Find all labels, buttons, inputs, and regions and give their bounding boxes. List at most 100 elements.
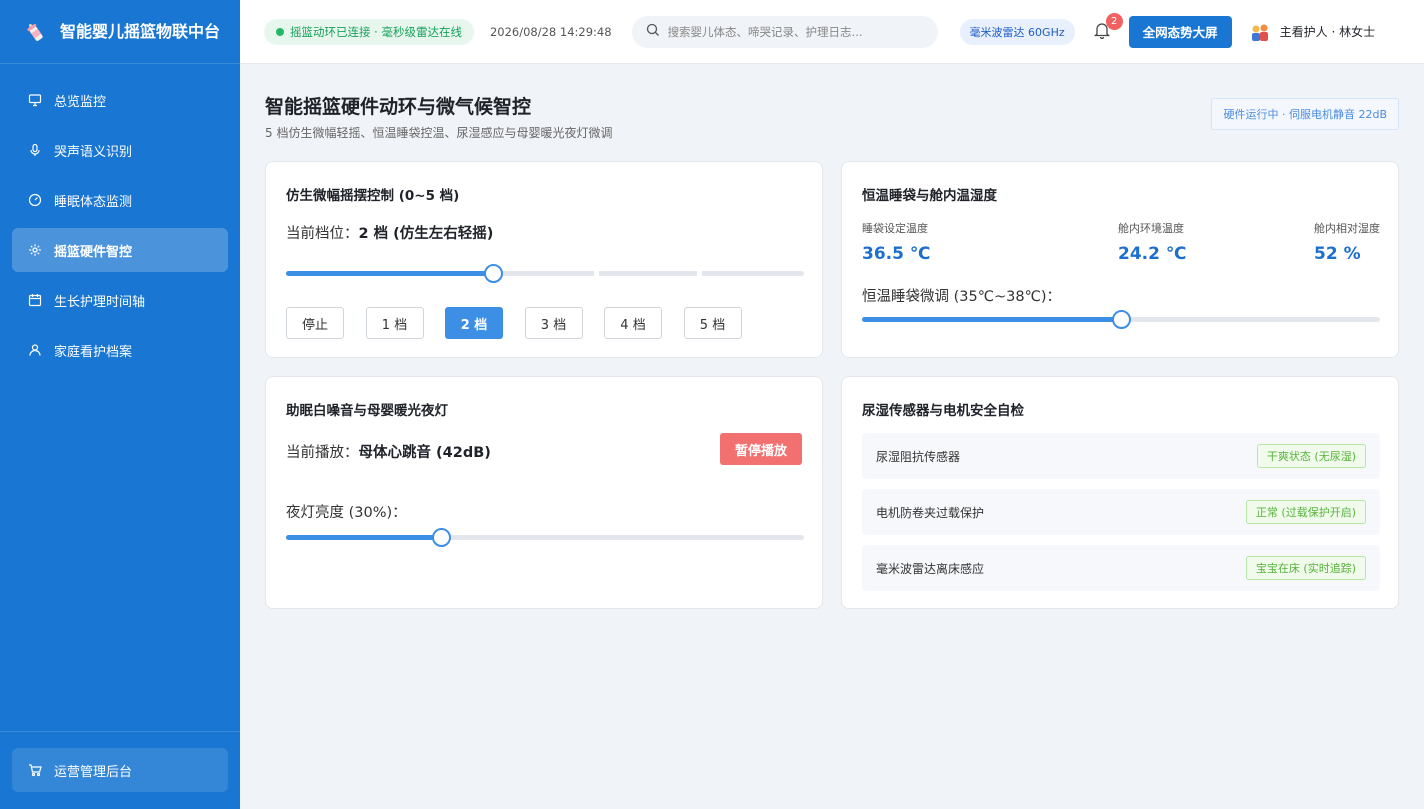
sidebar-item-label: 生长护理时间轴 bbox=[54, 294, 146, 310]
brand: 智能婴儿摇篮物联中台 bbox=[0, 0, 240, 64]
sidebar: 智能婴儿摇篮物联中台 总览监控 哭声语义识别 睡眠体态监测 摇篮硬件智控 生长护… bbox=[0, 0, 240, 809]
status-prefix: 当前档位： bbox=[286, 226, 359, 242]
gear-button-3[interactable]: 3 档 bbox=[524, 307, 583, 339]
sidebar-item-label: 哭声语义识别 bbox=[54, 144, 133, 160]
card-title: 助眠白噪音与母婴暖光夜灯 bbox=[286, 403, 448, 419]
metric-value: 52 % bbox=[1314, 244, 1361, 264]
notification-count: 2 bbox=[1105, 12, 1123, 30]
now-playing-value: 母体心跳音 (42dB) bbox=[358, 445, 491, 461]
metric-label: 舱内相对湿度 bbox=[1314, 222, 1380, 235]
check-label: 毫米波雷达离床感应 bbox=[876, 561, 985, 576]
sidebar-nav: 总览监控 哭声语义识别 睡眠体态监测 摇篮硬件智控 生长护理时间轴 家庭看护档案 bbox=[0, 64, 240, 372]
top-header: 摇篮动环已连接 · 毫秒级雷达在线 2026/08/28 14:29:48 毫米… bbox=[240, 0, 1424, 64]
slider-fill bbox=[862, 317, 1121, 322]
check-row-motor: 电机防卷夹过载保护 正常 (过载保护开启) bbox=[862, 489, 1380, 535]
sound-light-card: 助眠白噪音与母婴暖光夜灯 当前播放：母体心跳音 (42dB) 暂停播放 夜灯亮度… bbox=[265, 376, 823, 609]
metric-label: 舱内环境温度 bbox=[1118, 222, 1184, 235]
temp-adjust-slider[interactable] bbox=[862, 310, 1380, 329]
radar-badge: 毫米波雷达 60GHz bbox=[959, 18, 1075, 45]
avatar bbox=[1250, 22, 1270, 42]
gear-icon bbox=[28, 243, 42, 257]
main-content: 智能摇篮硬件动环与微气候智控 5 档仿生微幅轻摇、恒温睡袋控温、尿湿感应与母婴暖… bbox=[240, 64, 1424, 809]
card-title: 尿湿传感器与电机安全自检 bbox=[862, 403, 1024, 419]
card-title: 恒温睡袋与舱内温湿度 bbox=[862, 188, 997, 204]
night-light-slider[interactable] bbox=[286, 528, 804, 547]
gear-button-1[interactable]: 1 档 bbox=[365, 307, 424, 339]
sidebar-item-label: 家庭看护档案 bbox=[54, 344, 133, 360]
notification-button[interactable]: 2 bbox=[1091, 12, 1123, 43]
slider-segment-gap bbox=[594, 271, 599, 276]
page-subtitle: 5 档仿生微幅轻摇、恒温睡袋控温、尿湿感应与母婴暖光夜灯微调 bbox=[265, 126, 613, 140]
check-label: 电机防卷夹过载保护 bbox=[876, 505, 985, 520]
slider-thumb[interactable] bbox=[432, 528, 451, 547]
check-label: 尿湿阻抗传感器 bbox=[876, 449, 961, 464]
slider-fill bbox=[286, 271, 493, 276]
metric-sleeping-bag-temp: 睡袋设定温度 36.5 ℃ bbox=[862, 220, 930, 264]
run-status-badge: 硬件运行中 · 伺服电机静音 22dB bbox=[1211, 98, 1399, 130]
slider-thumb[interactable] bbox=[484, 264, 503, 283]
metric-value: 36.5 ℃ bbox=[862, 244, 931, 264]
now-playing-prefix: 当前播放： bbox=[286, 445, 359, 461]
sidebar-item-family-archive[interactable]: 家庭看护档案 bbox=[12, 328, 228, 372]
gauge-icon bbox=[28, 193, 42, 207]
search-icon bbox=[646, 22, 660, 41]
connection-status-badge: 摇篮动环已连接 · 毫秒级雷达在线 bbox=[264, 18, 474, 45]
user-name: 主看护人 · 林女士 bbox=[1279, 25, 1376, 39]
brand-title: 智能婴儿摇篮物联中台 bbox=[60, 21, 221, 41]
night-light-label: 夜灯亮度 (30%)： bbox=[286, 505, 407, 521]
card-title: 仿生微幅摇摆控制 (0~5 档) bbox=[286, 188, 460, 204]
big-screen-button[interactable]: 全网态势大屏 bbox=[1128, 15, 1232, 48]
monitor-icon bbox=[28, 93, 42, 107]
sidebar-item-sleep-posture[interactable]: 睡眠体态监测 bbox=[12, 178, 228, 222]
metric-label: 睡袋设定温度 bbox=[862, 222, 928, 235]
sidebar-bottom: 运营管理后台 bbox=[0, 731, 240, 809]
gear-button-5[interactable]: 5 档 bbox=[683, 307, 742, 339]
status-badge: 宝宝在床 (实时追踪) bbox=[1245, 556, 1366, 580]
safety-check-card: 尿湿传感器与电机安全自检 尿湿阻抗传感器 干爽状态 (无尿湿) 电机防卷夹过载保… bbox=[841, 376, 1399, 609]
climate-card: 恒温睡袋与舱内温湿度 睡袋设定温度 36.5 ℃ 舱内环境温度 24.2 ℃ 舱… bbox=[841, 161, 1399, 358]
gear-button-2[interactable]: 2 档 bbox=[445, 307, 503, 339]
status-dot bbox=[276, 27, 284, 36]
datetime: 2026/08/28 14:29:48 bbox=[489, 24, 612, 39]
sidebar-item-label: 睡眠体态监测 bbox=[54, 194, 133, 210]
microphone-icon bbox=[28, 143, 42, 157]
slider-segment-gap bbox=[697, 271, 702, 276]
page-title: 智能摇篮硬件动环与微气候智控 bbox=[265, 96, 532, 118]
sidebar-item-overview[interactable]: 总览监控 bbox=[12, 78, 228, 122]
metric-value: 24.2 ℃ bbox=[1118, 244, 1187, 264]
user-menu[interactable]: 主看护人 · 林女士 bbox=[1250, 22, 1375, 42]
temp-slider-label: 恒温睡袋微调 (35℃~38℃)： bbox=[862, 289, 1062, 305]
user-icon bbox=[28, 343, 42, 357]
current-gear-value: 2 档 (仿生左右轻摇) bbox=[358, 226, 494, 242]
sidebar-item-growth-timeline[interactable]: 生长护理时间轴 bbox=[12, 278, 228, 322]
rocking-level-slider[interactable] bbox=[286, 264, 804, 283]
gear-button-stop[interactable]: 停止 bbox=[286, 307, 344, 339]
sidebar-item-label: 摇篮硬件智控 bbox=[54, 244, 133, 260]
check-row-radar: 毫米波雷达离床感应 宝宝在床 (实时追踪) bbox=[862, 545, 1380, 591]
climate-metrics: 睡袋设定温度 36.5 ℃ 舱内环境温度 24.2 ℃ 舱内相对湿度 52 % bbox=[862, 220, 1380, 264]
check-row-moisture: 尿湿阻抗传感器 干爽状态 (无尿湿) bbox=[862, 433, 1380, 479]
cart-icon bbox=[28, 763, 42, 777]
metric-humidity: 舱内相对湿度 52 % bbox=[1314, 220, 1380, 264]
now-playing: 当前播放：母体心跳音 (42dB) bbox=[286, 441, 491, 462]
status-badge: 干爽状态 (无尿湿) bbox=[1256, 444, 1366, 468]
current-gear-status: 当前档位：2 档 (仿生左右轻摇) bbox=[286, 222, 493, 243]
gear-button-4[interactable]: 4 档 bbox=[604, 307, 662, 339]
sidebar-item-admin[interactable]: 运营管理后台 bbox=[12, 748, 228, 792]
baby-bottle-icon bbox=[22, 19, 48, 45]
pause-button[interactable]: 暂停播放 bbox=[719, 433, 802, 465]
connection-status-text: 摇篮动环已连接 · 毫秒级雷达在线 bbox=[290, 24, 462, 39]
search-box[interactable] bbox=[631, 15, 938, 48]
rocking-control-card: 仿生微幅摇摆控制 (0~5 档) 当前档位：2 档 (仿生左右轻摇) 停止 1 … bbox=[265, 161, 823, 358]
status-badge: 正常 (过载保护开启) bbox=[1245, 500, 1366, 524]
sidebar-item-hardware-control[interactable]: 摇篮硬件智控 bbox=[12, 228, 228, 272]
sidebar-item-label: 运营管理后台 bbox=[54, 764, 133, 780]
calendar-icon bbox=[28, 293, 42, 307]
search-input[interactable] bbox=[667, 24, 918, 39]
slider-fill bbox=[286, 535, 441, 540]
gear-button-group: 停止 1 档 2 档 3 档 4 档 5 档 bbox=[286, 307, 742, 339]
sidebar-item-label: 总览监控 bbox=[54, 94, 107, 110]
sidebar-item-cry-recognition[interactable]: 哭声语义识别 bbox=[12, 128, 228, 172]
metric-cabin-temp: 舱内环境温度 24.2 ℃ bbox=[1118, 220, 1186, 264]
slider-thumb[interactable] bbox=[1112, 310, 1131, 329]
